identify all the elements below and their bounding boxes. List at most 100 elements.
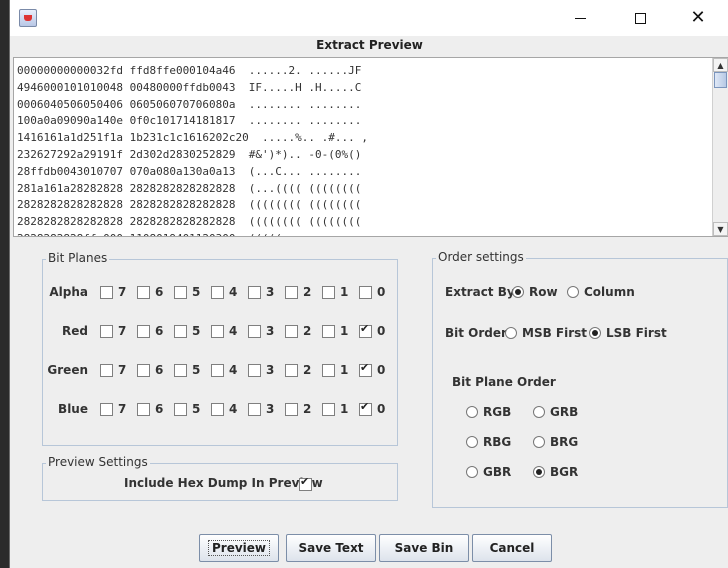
plane-order-grb-label: GRB (550, 405, 579, 419)
java-cup-icon (19, 9, 37, 27)
preview-line: 100a0a09090a140e 0f0c101714181817 ......… (17, 114, 362, 128)
bitplane-blue-bit6-checkbox[interactable] (137, 403, 150, 416)
bitplane-bit-label: 3 (266, 324, 275, 338)
bitplane-bit-label: 2 (303, 285, 312, 299)
plane-order-rbg-radio[interactable] (466, 436, 478, 448)
bitplane-blue-bit1-checkbox[interactable] (322, 403, 335, 416)
bitplane-bit-label: 6 (155, 324, 164, 338)
plane-order-bgr-radio[interactable] (533, 466, 545, 478)
plane-order-brg-radio[interactable] (533, 436, 545, 448)
bitplane-green-bit5-checkbox[interactable] (174, 364, 187, 377)
extract-by-row-label: Row (529, 285, 558, 299)
bitplane-blue-bit3-checkbox[interactable] (248, 403, 261, 416)
bitplane-red-bit5-checkbox[interactable] (174, 325, 187, 338)
extract-preview-textarea[interactable]: 00000000000032fd ffd8ffe000104a46 ......… (13, 57, 728, 237)
bitplane-red-bit4-checkbox[interactable] (211, 325, 224, 338)
bitplane-green-bit0-checkbox[interactable] (359, 361, 372, 377)
bitplane-bit-label: 0 (377, 363, 386, 377)
include-hex-dump-label: Include Hex Dump In Preview (124, 476, 323, 490)
bitplane-bit-label: 3 (266, 363, 275, 377)
bitplane-bit-label: 4 (229, 363, 238, 377)
bitplane-red-bit6-checkbox[interactable] (137, 325, 150, 338)
bitplane-bit-label: 2 (303, 324, 312, 338)
maximize-button[interactable] (615, 0, 665, 36)
bitplane-blue-bit7-checkbox[interactable] (100, 403, 113, 416)
bitplane-alpha-bit0-checkbox[interactable] (359, 286, 372, 299)
bitplane-blue-bit4-checkbox[interactable] (211, 403, 224, 416)
preview-scrollbar[interactable]: ▲ ▼ (712, 58, 728, 236)
bitplane-blue-bit2-checkbox[interactable] (285, 403, 298, 416)
plane-order-bgr-label: BGR (550, 465, 579, 479)
scroll-down-arrow-icon[interactable]: ▼ (713, 222, 728, 236)
bitplane-bit-label: 7 (118, 324, 127, 338)
bitplane-green-bit2-checkbox[interactable] (285, 364, 298, 377)
bitplane-blue-bit0-checkbox[interactable] (359, 400, 372, 416)
preview-line: 2828282828282828 2828282828282828 ((((((… (17, 215, 362, 229)
extract-by-column-label: Column (584, 285, 635, 299)
bitplane-alpha-bit4-checkbox[interactable] (211, 286, 224, 299)
preview-button-label: Preview (207, 540, 270, 556)
bitplane-bit-label: 6 (155, 402, 164, 416)
bitplane-bit-label: 0 (377, 324, 386, 338)
preview-line: 28ffdb0043010707 070a080a130a0a13 (...C.… (17, 164, 362, 178)
preview-text: 00000000000032fd ffd8ffe000104a46 ......… (17, 63, 368, 236)
extract-by-column-radio[interactable] (567, 286, 579, 298)
preview-line: 0006040506050406 060506070706080a ......… (17, 97, 362, 111)
preview-line: 2828282828282828 2828282828282828 ((((((… (17, 198, 362, 212)
bitplane-alpha-bit7-checkbox[interactable] (100, 286, 113, 299)
preview-line: 281a161a28282828 2828282828282828 (...((… (17, 181, 362, 195)
bitplane-red-bit1-checkbox[interactable] (322, 325, 335, 338)
bitplane-bit-label: 7 (118, 402, 127, 416)
bit-order-label: Bit Order (445, 326, 507, 340)
bitplane-alpha-bit6-checkbox[interactable] (137, 286, 150, 299)
bitplane-red-bit2-checkbox[interactable] (285, 325, 298, 338)
include-hex-dump-checkbox[interactable] (299, 475, 312, 491)
bitplane-alpha-bit3-checkbox[interactable] (248, 286, 261, 299)
dialog-title: Extract Preview (316, 38, 423, 52)
bitplane-alpha-bit5-checkbox[interactable] (174, 286, 187, 299)
bitplane-alpha-bit2-checkbox[interactable] (285, 286, 298, 299)
bitplane-green-bit6-checkbox[interactable] (137, 364, 150, 377)
bit-planes-title: Bit Planes (46, 251, 110, 265)
maximize-icon (634, 12, 646, 24)
bitplane-red-bit7-checkbox[interactable] (100, 325, 113, 338)
bitplane-bit-label: 0 (377, 402, 386, 416)
preview-line: 232627292a29191f 2d302d2830252829 #&')*)… (17, 147, 362, 161)
bit-order-lsb-radio[interactable] (589, 327, 601, 339)
extract-by-label: Extract By (445, 285, 515, 299)
scroll-up-arrow-icon[interactable]: ▲ (713, 58, 728, 72)
bitplane-bit-label: 2 (303, 402, 312, 416)
bitplane-alpha-bit1-checkbox[interactable] (322, 286, 335, 299)
bitplane-bit-label: 7 (118, 363, 127, 377)
plane-order-rgb-radio[interactable] (466, 406, 478, 418)
bitplane-bit-label: 3 (266, 402, 275, 416)
preview-settings-title: Preview Settings (46, 455, 150, 469)
bitplane-green-bit7-checkbox[interactable] (100, 364, 113, 377)
bitplane-green-bit3-checkbox[interactable] (248, 364, 261, 377)
plane-order-gbr-radio[interactable] (466, 466, 478, 478)
bit-plane-order-label: Bit Plane Order (452, 375, 556, 389)
preview-button[interactable]: Preview (199, 534, 279, 562)
order-settings-title: Order settings (436, 250, 526, 264)
plane-order-grb-radio[interactable] (533, 406, 545, 418)
bit-order-msb-radio[interactable] (505, 327, 517, 339)
save-bin-button[interactable]: Save Bin (379, 534, 469, 562)
bitplane-bit-label: 1 (340, 285, 349, 299)
bitplane-blue-bit5-checkbox[interactable] (174, 403, 187, 416)
close-button[interactable]: ✕ (673, 0, 723, 36)
bitplane-row-label-blue: Blue (58, 402, 88, 416)
bitplane-red-bit3-checkbox[interactable] (248, 325, 261, 338)
bitplane-bit-label: 5 (192, 285, 201, 299)
plane-order-brg-label: BRG (550, 435, 579, 449)
cancel-button[interactable]: Cancel (472, 534, 552, 562)
preview-line: 4946000101010048 00480000ffdb0043 IF....… (17, 80, 362, 94)
bitplane-green-bit1-checkbox[interactable] (322, 364, 335, 377)
scroll-thumb[interactable] (714, 72, 727, 88)
minimize-button[interactable] (555, 0, 605, 36)
bitplane-red-bit0-checkbox[interactable] (359, 322, 372, 338)
preview-line: 1416161a1d251f1a 1b231c1c1616202c20 ....… (17, 131, 368, 145)
bitplane-bit-label: 5 (192, 363, 201, 377)
save-text-button[interactable]: Save Text (286, 534, 376, 562)
extract-by-row-radio[interactable] (512, 286, 524, 298)
bitplane-green-bit4-checkbox[interactable] (211, 364, 224, 377)
